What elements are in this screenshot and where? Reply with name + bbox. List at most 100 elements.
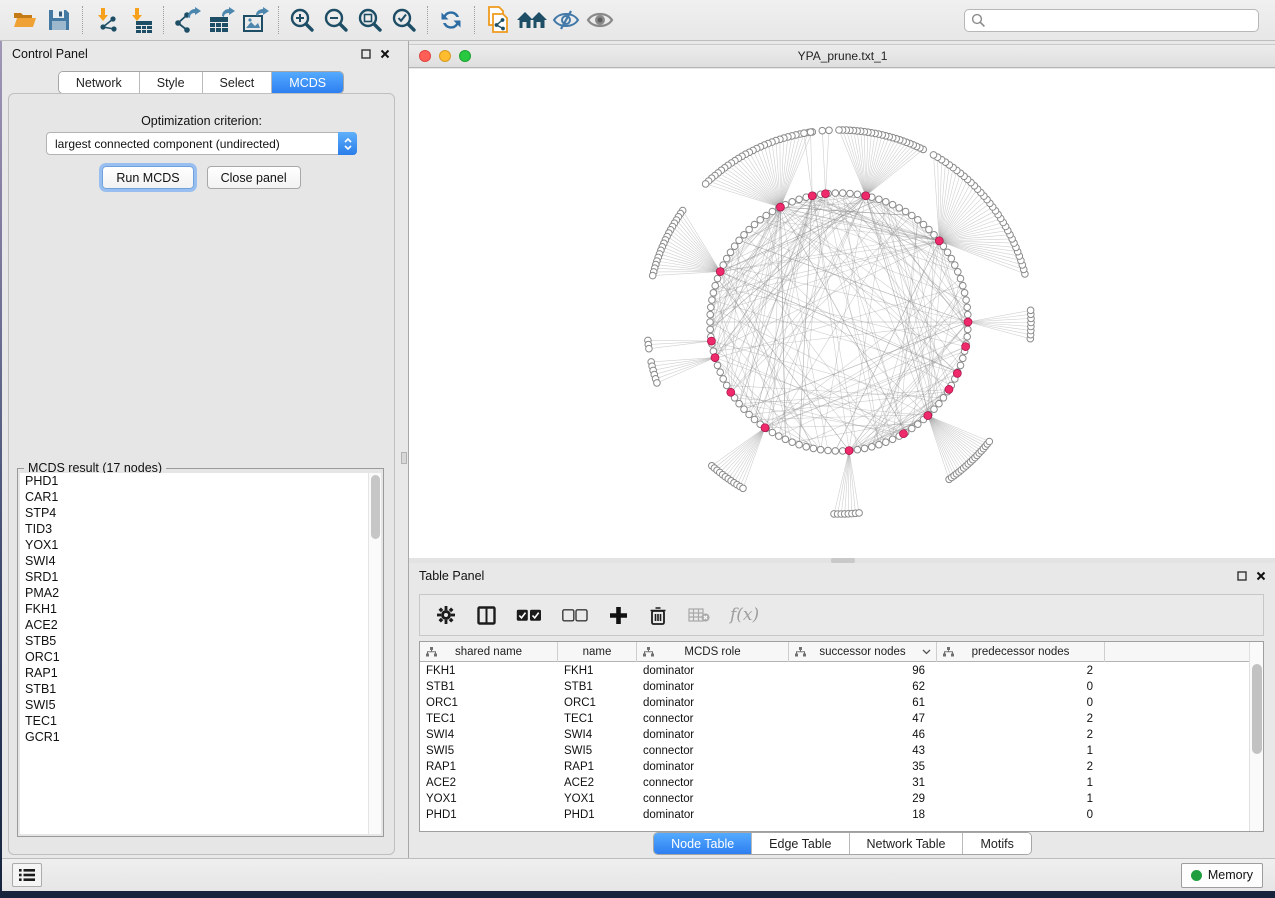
mcds-result-item[interactable]: SWI5 xyxy=(20,697,381,713)
graph-hub-node[interactable] xyxy=(716,268,724,276)
mcds-result-item[interactable]: FKH1 xyxy=(20,601,381,617)
graph-node[interactable] xyxy=(965,326,972,333)
task-history-button[interactable] xyxy=(12,863,42,887)
table-row[interactable]: SWI4SWI4dominator462 xyxy=(420,727,1249,743)
graph-node[interactable] xyxy=(957,362,964,369)
table-row[interactable]: ACE2ACE2connector311 xyxy=(420,775,1249,791)
graph-node[interactable] xyxy=(902,208,909,215)
graph-hub-node[interactable] xyxy=(727,388,735,396)
graph-node[interactable] xyxy=(883,199,890,206)
export-table-button[interactable] xyxy=(204,4,238,36)
tab-mcds[interactable]: MCDS xyxy=(272,72,343,93)
zoom-out-button[interactable] xyxy=(319,4,353,36)
graph-node[interactable] xyxy=(854,191,861,198)
graph-node[interactable] xyxy=(920,221,927,228)
mcds-result-item[interactable]: ORC1 xyxy=(20,649,381,665)
graph-node[interactable] xyxy=(944,249,951,256)
graph-node[interactable] xyxy=(746,226,753,233)
graph-hub-node[interactable] xyxy=(822,190,830,198)
graph-node[interactable] xyxy=(940,395,947,402)
graph-leaf-node[interactable] xyxy=(649,272,656,279)
graph-node[interactable] xyxy=(763,212,770,219)
graph-node[interactable] xyxy=(861,445,868,452)
table-row[interactable]: FKH1FKH1dominator962 xyxy=(420,663,1249,679)
graph-node[interactable] xyxy=(926,226,933,233)
graph-node[interactable] xyxy=(839,190,846,197)
float-panel-icon[interactable] xyxy=(1237,571,1247,581)
graph-leaf-node[interactable] xyxy=(986,438,993,445)
mcds-result-item[interactable]: STB5 xyxy=(20,633,381,649)
graph-node[interactable] xyxy=(931,406,938,413)
graph-node[interactable] xyxy=(952,262,959,269)
table-row[interactable]: TEC1TEC1connector472 xyxy=(420,711,1249,727)
graph-leaf-node[interactable] xyxy=(654,380,661,387)
graph-node[interactable] xyxy=(909,425,916,432)
tab-node-table[interactable]: Node Table xyxy=(654,833,752,854)
deselect-all-button[interactable] xyxy=(562,609,588,622)
column-header-predecessor-nodes[interactable]: predecessor nodes xyxy=(937,642,1105,662)
tab-network[interactable]: Network xyxy=(59,72,140,93)
graph-node[interactable] xyxy=(746,411,753,418)
eye-slash-button[interactable] xyxy=(549,4,583,36)
tab-style[interactable]: Style xyxy=(140,72,203,93)
table-settings-button[interactable] xyxy=(436,606,456,624)
graph-node[interactable] xyxy=(876,196,883,203)
graph-node[interactable] xyxy=(751,221,758,228)
graph-node[interactable] xyxy=(876,441,883,448)
mcds-scrollbar-thumb[interactable] xyxy=(371,475,380,539)
graph-node[interactable] xyxy=(909,212,916,219)
graph-node[interactable] xyxy=(751,416,758,423)
graph-node[interactable] xyxy=(955,269,962,276)
mcds-result-item[interactable]: PHD1 xyxy=(20,473,381,489)
graph-node[interactable] xyxy=(707,311,714,318)
mcds-result-item[interactable]: RAP1 xyxy=(20,665,381,681)
save-button[interactable] xyxy=(42,4,76,36)
zoom-selected-button[interactable] xyxy=(387,4,421,36)
graph-node[interactable] xyxy=(708,304,715,311)
graph-hub-node[interactable] xyxy=(945,385,953,393)
graph-node[interactable] xyxy=(965,311,972,318)
graph-node[interactable] xyxy=(709,297,716,304)
graph-node[interactable] xyxy=(963,297,970,304)
network-view-canvas[interactable] xyxy=(409,69,1275,558)
graph-hub-node[interactable] xyxy=(935,237,943,245)
graph-node[interactable] xyxy=(896,205,903,212)
graph-node[interactable] xyxy=(789,199,796,206)
graph-node[interactable] xyxy=(796,441,803,448)
graph-node[interactable] xyxy=(869,444,876,451)
mcds-result-item[interactable]: TID3 xyxy=(20,521,381,537)
graph-node[interactable] xyxy=(736,400,743,407)
table-row[interactable]: PHD1PHD1dominator180 xyxy=(420,807,1249,823)
graph-hub-node[interactable] xyxy=(711,354,719,362)
mcds-result-item[interactable]: YOX1 xyxy=(20,537,381,553)
import-table-button[interactable] xyxy=(123,4,157,36)
graph-hub-node[interactable] xyxy=(761,424,769,432)
graph-node[interactable] xyxy=(825,447,832,454)
graph-node[interactable] xyxy=(720,376,727,383)
table-scrollbar[interactable] xyxy=(1249,642,1263,831)
graph-node[interactable] xyxy=(796,196,803,203)
graph-node[interactable] xyxy=(757,217,764,224)
graph-leaf-node[interactable] xyxy=(807,129,814,136)
function-builder-button[interactable]: f(x) xyxy=(730,605,759,625)
graph-node[interactable] xyxy=(707,326,714,333)
criterion-dropdown[interactable]: largest connected component (undirected) xyxy=(46,132,357,155)
graph-node[interactable] xyxy=(714,275,721,282)
graph-node[interactable] xyxy=(741,232,748,239)
graph-node[interactable] xyxy=(710,290,717,297)
graph-hub-node[interactable] xyxy=(900,430,908,438)
tab-motifs[interactable]: Motifs xyxy=(963,833,1030,854)
mcds-result-item[interactable]: PMA2 xyxy=(20,585,381,601)
graph-node[interactable] xyxy=(883,439,890,446)
graph-hub-node[interactable] xyxy=(964,318,972,326)
mcds-result-item[interactable]: CAR1 xyxy=(20,489,381,505)
delete-column-button[interactable] xyxy=(648,606,668,625)
graph-leaf-node[interactable] xyxy=(819,127,826,134)
network-window-titlebar[interactable]: YPA_prune.txt_1 xyxy=(409,44,1275,68)
graph-node[interactable] xyxy=(960,282,967,289)
splitter-handle[interactable] xyxy=(401,452,407,464)
graph-node[interactable] xyxy=(889,436,896,443)
graph-leaf-node[interactable] xyxy=(646,345,653,352)
graph-hub-node[interactable] xyxy=(845,447,853,455)
mcds-result-item[interactable]: SRD1 xyxy=(20,569,381,585)
